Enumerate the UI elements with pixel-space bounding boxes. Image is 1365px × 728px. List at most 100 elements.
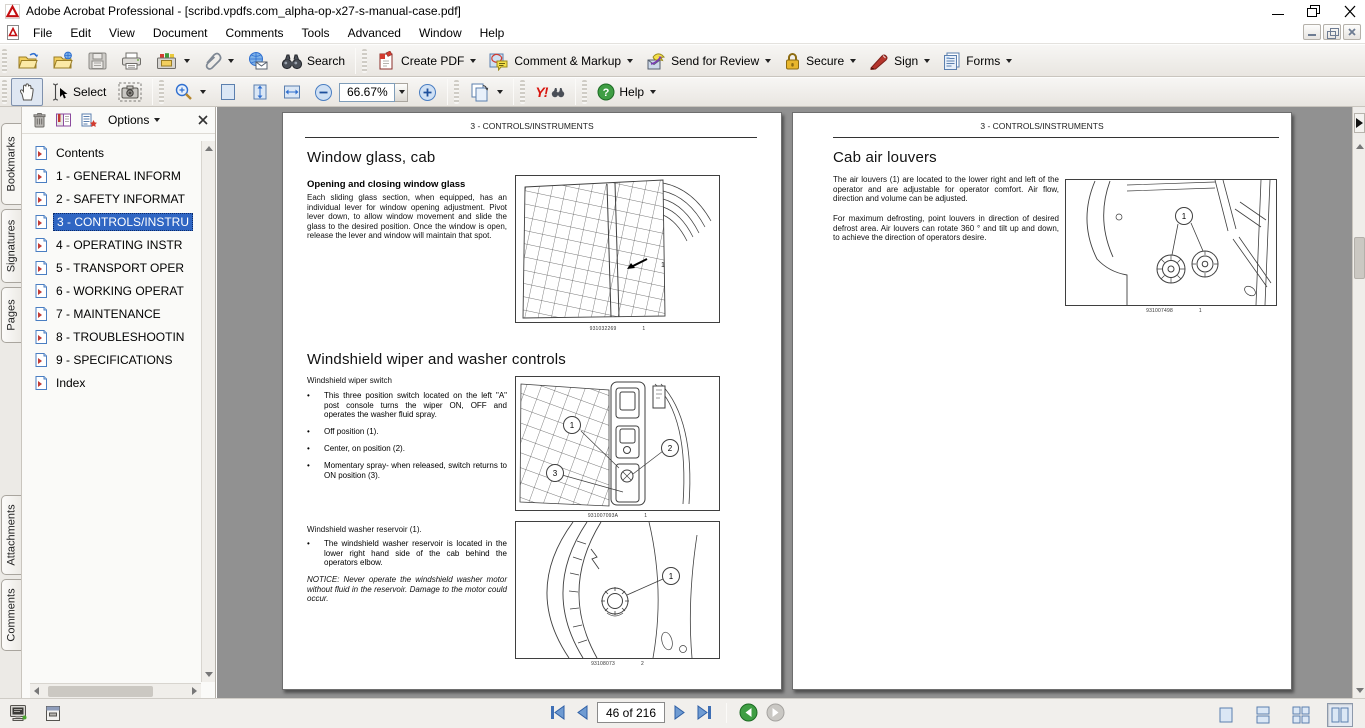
next-view-button[interactable] bbox=[766, 703, 785, 722]
fit-height-button[interactable] bbox=[244, 78, 276, 106]
send-for-review-button[interactable]: Send for Review bbox=[639, 47, 777, 75]
scroll-down-arrow[interactable] bbox=[1356, 688, 1364, 693]
single-page-view-button[interactable] bbox=[1214, 703, 1238, 727]
bookmark-working-operations[interactable]: 6 - WORKING OPERAT bbox=[22, 279, 201, 302]
bookmark-general-information[interactable]: 1 - GENERAL INFORM bbox=[22, 164, 201, 187]
bookmark-specifications[interactable]: 9 - SPECIFICATIONS bbox=[22, 348, 201, 371]
toolbar-grip[interactable] bbox=[520, 80, 525, 104]
menu-window[interactable]: Window bbox=[410, 24, 471, 42]
tab-signatures[interactable]: Signatures bbox=[1, 209, 21, 283]
zoom-level-input[interactable] bbox=[339, 83, 395, 102]
menu-help[interactable]: Help bbox=[471, 24, 514, 42]
snapshot-tool-button[interactable] bbox=[112, 78, 148, 106]
zoom-in-button[interactable] bbox=[412, 79, 443, 106]
organizer-button[interactable] bbox=[149, 47, 196, 75]
svg-text:?: ? bbox=[603, 87, 610, 99]
toolbar-grip[interactable] bbox=[2, 49, 7, 73]
forms-button[interactable]: Forms bbox=[936, 47, 1018, 75]
menu-file[interactable]: File bbox=[24, 24, 61, 42]
toolbar-grip[interactable] bbox=[454, 80, 459, 104]
save-button[interactable] bbox=[81, 47, 114, 75]
bookmark-index[interactable]: Index bbox=[22, 371, 201, 394]
zoom-out-button[interactable] bbox=[308, 79, 339, 106]
new-bookmark-icon[interactable] bbox=[80, 112, 97, 128]
restore-button[interactable] bbox=[1307, 5, 1321, 17]
yahoo-search-button[interactable]: Y! bbox=[529, 80, 571, 104]
secure-button[interactable]: Secure bbox=[777, 47, 862, 75]
expand-pane-button[interactable] bbox=[1354, 113, 1365, 133]
comment-markup-button[interactable]: Comment & Markup bbox=[482, 47, 639, 75]
hand-tool-button[interactable] bbox=[11, 78, 43, 106]
toolbar-grip[interactable] bbox=[2, 80, 7, 104]
facing-view-button[interactable] bbox=[1327, 703, 1353, 727]
save-icon bbox=[87, 51, 108, 71]
bookmark-troubleshooting[interactable]: 8 - TROUBLESHOOTIN bbox=[22, 325, 201, 348]
document-pane[interactable]: 3 - CONTROLS/INSTRUMENTS Window glass, c… bbox=[217, 107, 1352, 698]
tab-pages[interactable]: Pages bbox=[1, 287, 21, 343]
tab-attachments[interactable]: Attachments bbox=[1, 495, 21, 575]
previous-view-button[interactable] bbox=[739, 703, 758, 722]
scroll-right-arrow[interactable] bbox=[192, 687, 197, 695]
bookmark-operating-instructions[interactable]: 4 - OPERATING INSTR bbox=[22, 233, 201, 256]
bookmark-transport-operations[interactable]: 5 - TRANSPORT OPER bbox=[22, 256, 201, 279]
last-page-button[interactable] bbox=[695, 704, 714, 721]
help-button[interactable]: ? Help bbox=[591, 79, 662, 105]
bookmark-maintenance[interactable]: 7 - MAINTENANCE bbox=[22, 302, 201, 325]
email-button[interactable] bbox=[240, 47, 275, 75]
doc-restore-button[interactable] bbox=[1323, 24, 1341, 40]
toolbar-grip[interactable] bbox=[159, 80, 164, 104]
bookmark-contents[interactable]: Contents bbox=[22, 141, 201, 164]
select-tool-button[interactable]: Select bbox=[43, 78, 112, 106]
scrollbar-thumb[interactable] bbox=[48, 686, 153, 697]
scrollbar-thumb[interactable] bbox=[1354, 237, 1365, 279]
close-button[interactable] bbox=[1343, 5, 1357, 17]
zoom-level-dropdown[interactable] bbox=[395, 83, 408, 102]
fit-width-button[interactable] bbox=[276, 78, 308, 106]
open-button[interactable] bbox=[11, 47, 46, 75]
bookmarks-vertical-scrollbar[interactable] bbox=[201, 141, 215, 682]
tab-comments[interactable]: Comments bbox=[1, 579, 21, 651]
doc-minimize-button[interactable] bbox=[1303, 24, 1321, 40]
open-web-button[interactable] bbox=[46, 47, 81, 75]
document-vertical-scrollbar[interactable] bbox=[1353, 139, 1365, 698]
previous-page-button[interactable] bbox=[575, 704, 589, 721]
delete-bookmark-icon[interactable] bbox=[32, 112, 47, 128]
doc-close-button[interactable] bbox=[1343, 24, 1361, 40]
print-button[interactable] bbox=[114, 47, 149, 75]
page-layout-button[interactable] bbox=[463, 78, 509, 106]
page-number-input[interactable] bbox=[597, 702, 665, 723]
toolbar-grip[interactable] bbox=[362, 49, 367, 73]
continuous-view-button[interactable] bbox=[1251, 703, 1275, 727]
fit-page-button[interactable] bbox=[212, 78, 244, 106]
scroll-down-arrow[interactable] bbox=[205, 672, 213, 677]
menu-comments[interactable]: Comments bbox=[217, 24, 293, 42]
screen-reader-icon[interactable] bbox=[8, 704, 28, 723]
minimize-button[interactable] bbox=[1271, 5, 1285, 17]
next-page-button[interactable] bbox=[673, 704, 687, 721]
search-button[interactable]: Search bbox=[275, 47, 351, 75]
continuous-facing-view-button[interactable] bbox=[1288, 703, 1314, 727]
page-tray-icon[interactable] bbox=[44, 704, 62, 723]
file-toolbar: Search Create PDF Comment & Markup Send … bbox=[0, 44, 1365, 77]
menu-view[interactable]: View bbox=[100, 24, 144, 42]
scroll-left-arrow[interactable] bbox=[34, 687, 39, 695]
close-panel-button[interactable] bbox=[197, 114, 209, 126]
first-page-button[interactable] bbox=[548, 704, 567, 721]
zoom-tool-button[interactable] bbox=[168, 78, 212, 106]
bookmark-safety-information[interactable]: 2 - SAFETY INFORMAT bbox=[22, 187, 201, 210]
menu-advanced[interactable]: Advanced bbox=[339, 24, 410, 42]
scroll-up-arrow[interactable] bbox=[205, 146, 213, 151]
options-menu-button[interactable]: Options bbox=[105, 111, 163, 129]
menu-document[interactable]: Document bbox=[144, 24, 217, 42]
bookmark-controls-instruments[interactable]: 3 - CONTROLS/INSTRU bbox=[22, 210, 201, 233]
toolbar-grip[interactable] bbox=[582, 80, 587, 104]
menu-edit[interactable]: Edit bbox=[61, 24, 100, 42]
expand-bookmark-icon[interactable] bbox=[55, 112, 72, 128]
tab-bookmarks[interactable]: Bookmarks bbox=[1, 123, 21, 205]
scroll-up-arrow[interactable] bbox=[1356, 144, 1364, 149]
menu-tools[interactable]: Tools bbox=[293, 24, 339, 42]
bookmarks-horizontal-scrollbar[interactable] bbox=[30, 683, 201, 698]
create-pdf-button[interactable]: Create PDF bbox=[371, 47, 482, 75]
attach-button[interactable] bbox=[196, 47, 240, 75]
sign-button[interactable]: Sign bbox=[862, 47, 936, 75]
